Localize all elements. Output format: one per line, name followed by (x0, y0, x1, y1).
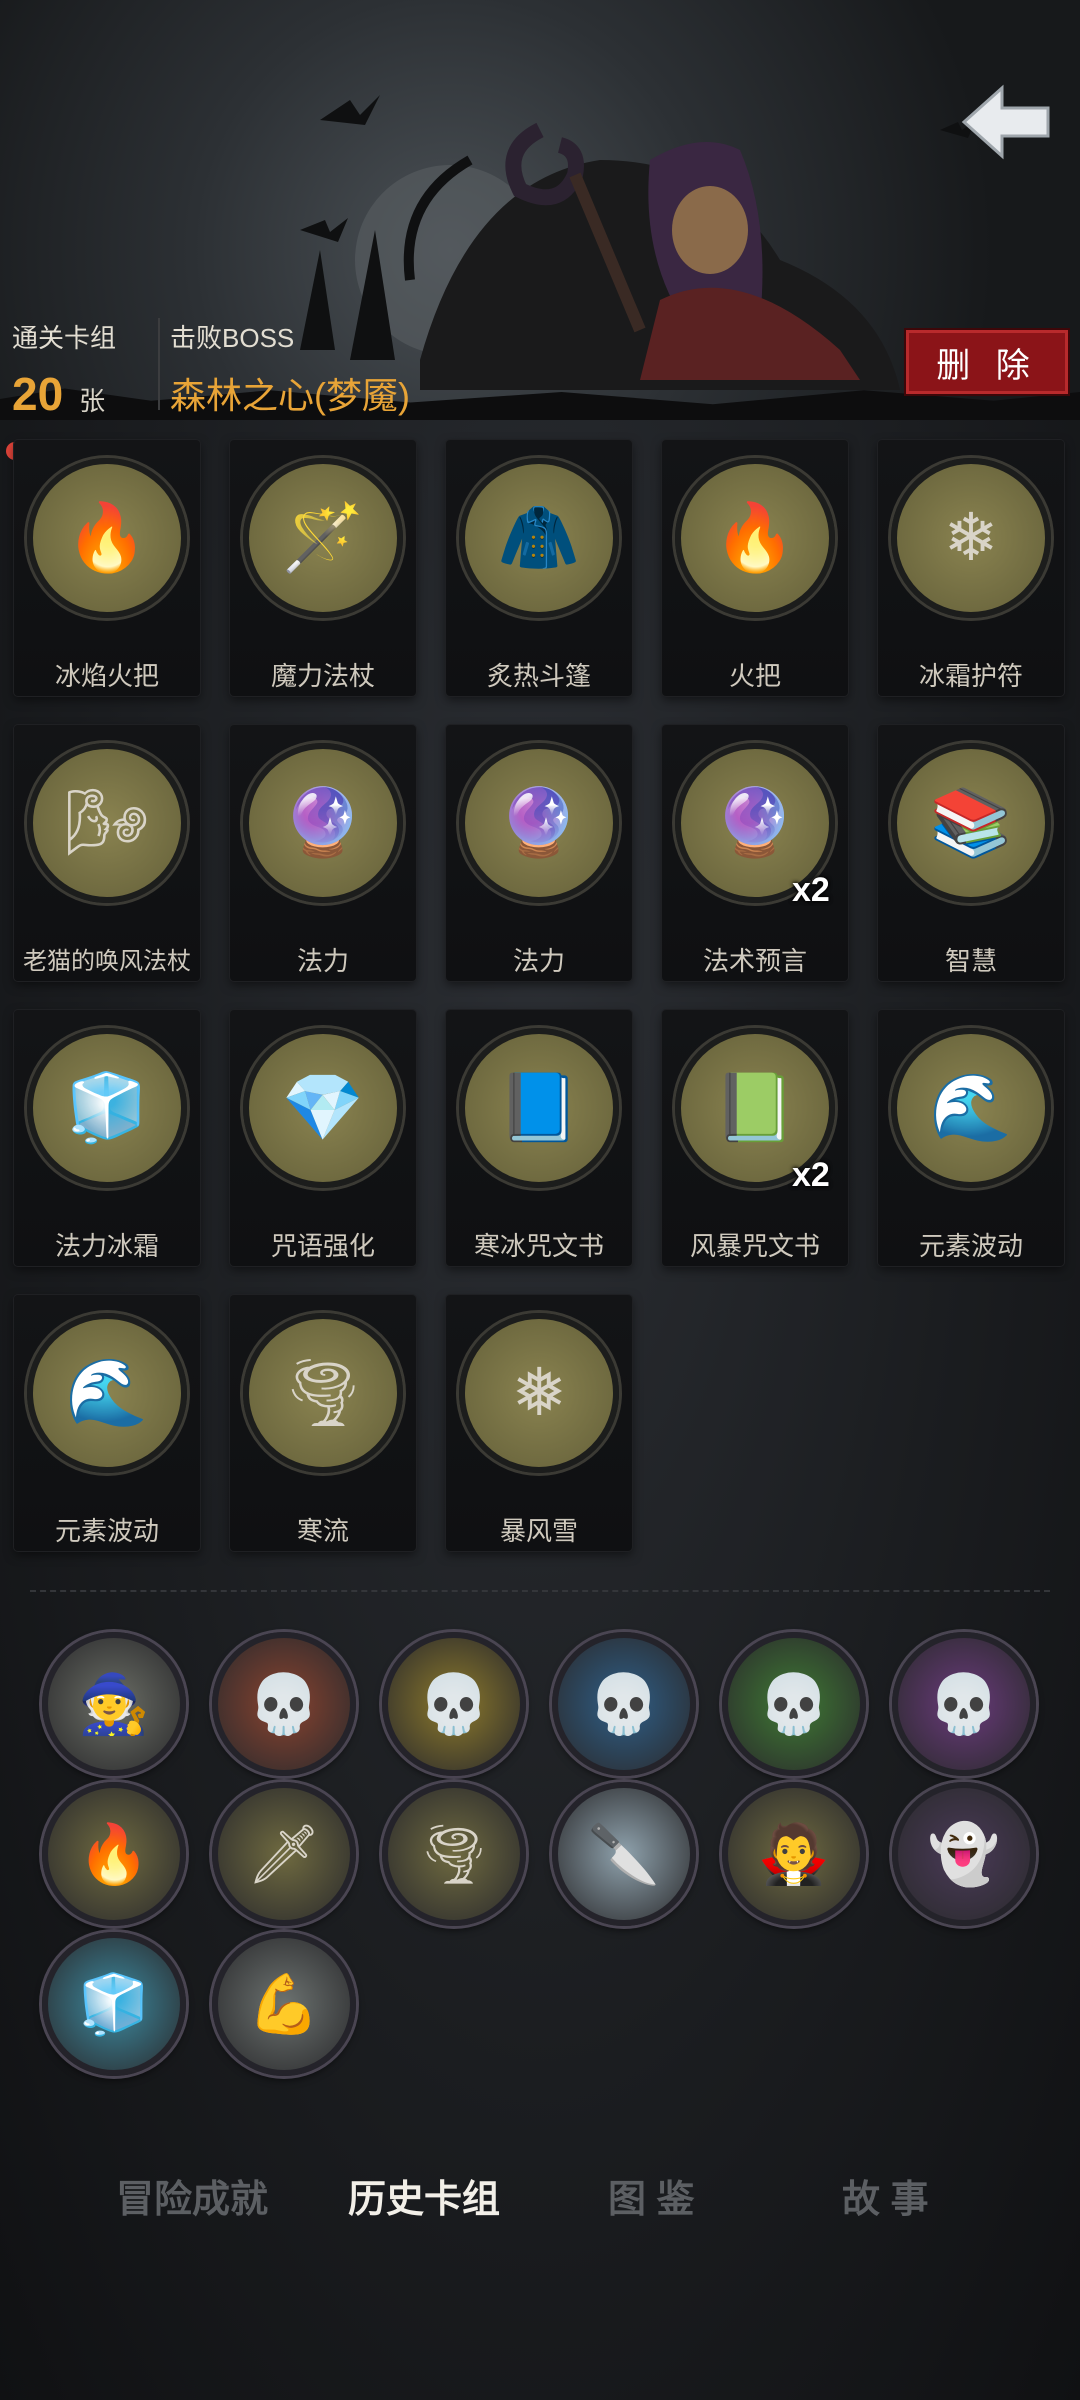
card-item[interactable]: 🧊 法力冰霜 (14, 1010, 200, 1266)
card-name: 法术预言 (702, 946, 807, 976)
card-name: 智慧 (944, 946, 997, 976)
frost-amulet-icon: ❄ (891, 458, 1051, 618)
mana-orb-icon: 🔮 (459, 743, 619, 903)
boss-name: 森林之心(梦魇) (170, 375, 410, 416)
haunted-chest-relic-icon[interactable]: 👻 (892, 1782, 1036, 1926)
tab-achievements[interactable]: 冒险成就 (116, 2168, 268, 2223)
card-name: 法力冰霜 (54, 1231, 159, 1261)
card-name: 元素波动 (54, 1516, 159, 1546)
card-item[interactable]: 📗 x2 风暴咒文书 (662, 1010, 848, 1266)
card-multiplier-badge: x2 (792, 1156, 830, 1194)
cleared-deck-stat: 通关卡组 20 张 (12, 318, 116, 421)
sword-coins-relic-icon[interactable]: 🗡 (212, 1782, 356, 1926)
card-item[interactable]: 🔥 火把 (662, 440, 848, 696)
magic-staff-icon: 🪄 (243, 458, 403, 618)
mana-orb-icon: 🔮 (243, 743, 403, 903)
tab-codex[interactable]: 图 鉴 (608, 2168, 695, 2223)
dagger-relic-icon[interactable]: 🔪 (552, 1782, 696, 1926)
sage-icon: 📚 (891, 743, 1051, 903)
back-arrow-icon (961, 84, 1050, 160)
card-name: 暴风雪 (499, 1516, 578, 1546)
card-unit: 张 (79, 386, 106, 416)
card-item[interactable]: 🌬 老猫的唤风法杖 (14, 725, 200, 981)
card-item[interactable]: 🔮 x2 法术预言 (662, 725, 848, 981)
blizzard-icon: ❅ (459, 1313, 619, 1473)
delete-button[interactable]: 删 除 (906, 330, 1068, 394)
card-name: 寒冰咒文书 (473, 1231, 604, 1261)
defeated-boss-stat: 击败BOSS 森林之心(梦魇) (170, 318, 410, 419)
card-name: 冰焰火把 (54, 661, 159, 691)
card-name: 风暴咒文书 (689, 1231, 820, 1261)
blue-music-skull-relic-icon[interactable]: 💀 (552, 1632, 696, 1776)
card-name: 冰霜护符 (918, 661, 1023, 691)
cleared-deck-label: 通关卡组 (12, 323, 117, 353)
wind-staff-icon: 🌬 (27, 743, 187, 903)
card-item[interactable]: ❄ 冰霜护符 (878, 440, 1064, 696)
old-sage-relic-icon[interactable]: 🧙 (42, 1632, 186, 1776)
torch-icon: 🔥 (675, 458, 835, 618)
element-wave-icon: 🌊 (891, 1028, 1051, 1188)
card-name: 老猫的唤风法杖 (23, 948, 191, 975)
cold-wind-icon: 🌪 (243, 1313, 403, 1473)
brute-relic-icon[interactable]: 💪 (212, 1932, 356, 2076)
card-item[interactable]: 📚 智慧 (878, 725, 1064, 981)
card-multiplier-badge: x2 (792, 871, 830, 909)
card-item[interactable]: 🔥 冰焰火把 (14, 440, 200, 696)
yellow-music-skull-relic-icon[interactable]: 💀 (382, 1632, 526, 1776)
tornado-relic-icon[interactable]: 🌪 (382, 1782, 526, 1926)
card-name: 咒语强化 (270, 1231, 375, 1261)
tab-story[interactable]: 故 事 (842, 2168, 929, 2223)
card-item[interactable]: 🔮 法力 (230, 725, 416, 981)
campfire-relic-icon[interactable]: 🔥 (42, 1782, 186, 1926)
card-item[interactable]: 🔮 法力 (446, 725, 632, 981)
mana-frost-icon: 🧊 (27, 1028, 187, 1188)
defeated-boss-label: 击败BOSS (170, 323, 295, 353)
card-name: 法力 (512, 946, 565, 976)
card-name: 法力 (296, 946, 349, 976)
card-item[interactable]: 🌊 元素波动 (878, 1010, 1064, 1266)
vampire-relic-icon[interactable]: 🧛 (722, 1782, 866, 1926)
card-name: 魔力法杖 (270, 661, 375, 691)
card-item[interactable]: ❅ 暴风雪 (446, 1295, 632, 1551)
card-item[interactable]: 🪄 魔力法杖 (230, 440, 416, 696)
card-item[interactable]: 📘 寒冰咒文书 (446, 1010, 632, 1266)
card-item[interactable]: 🧥 炙热斗篷 (446, 440, 632, 696)
ice-prison-relic-icon[interactable]: 🧊 (42, 1932, 186, 2076)
card-name: 寒流 (296, 1516, 349, 1546)
card-item[interactable]: 💎 咒语强化 (230, 1010, 416, 1266)
card-count: 20 (12, 368, 64, 420)
card-item[interactable]: 🌊 元素波动 (14, 1295, 200, 1551)
section-divider (30, 1590, 1050, 1592)
stats-divider (158, 318, 160, 410)
red-music-skull-relic-icon[interactable]: 💀 (212, 1632, 356, 1776)
ice-torch-icon: 🔥 (27, 458, 187, 618)
purple-music-skull-relic-icon[interactable]: 💀 (892, 1632, 1036, 1776)
ice-spellbook-icon: 📘 (459, 1028, 619, 1188)
tab-history-deck[interactable]: 历史卡组 (348, 2168, 500, 2223)
card-name: 火把 (728, 661, 781, 691)
cloak-icon: 🧥 (459, 458, 619, 618)
green-music-skull-relic-icon[interactable]: 💀 (722, 1632, 866, 1776)
element-wave-icon: 🌊 (27, 1313, 187, 1473)
back-button[interactable] (958, 82, 1054, 162)
spell-crystal-icon: 💎 (243, 1028, 403, 1188)
card-item[interactable]: 🌪 寒流 (230, 1295, 416, 1551)
card-name: 炙热斗篷 (486, 661, 591, 691)
card-name: 元素波动 (918, 1231, 1023, 1261)
